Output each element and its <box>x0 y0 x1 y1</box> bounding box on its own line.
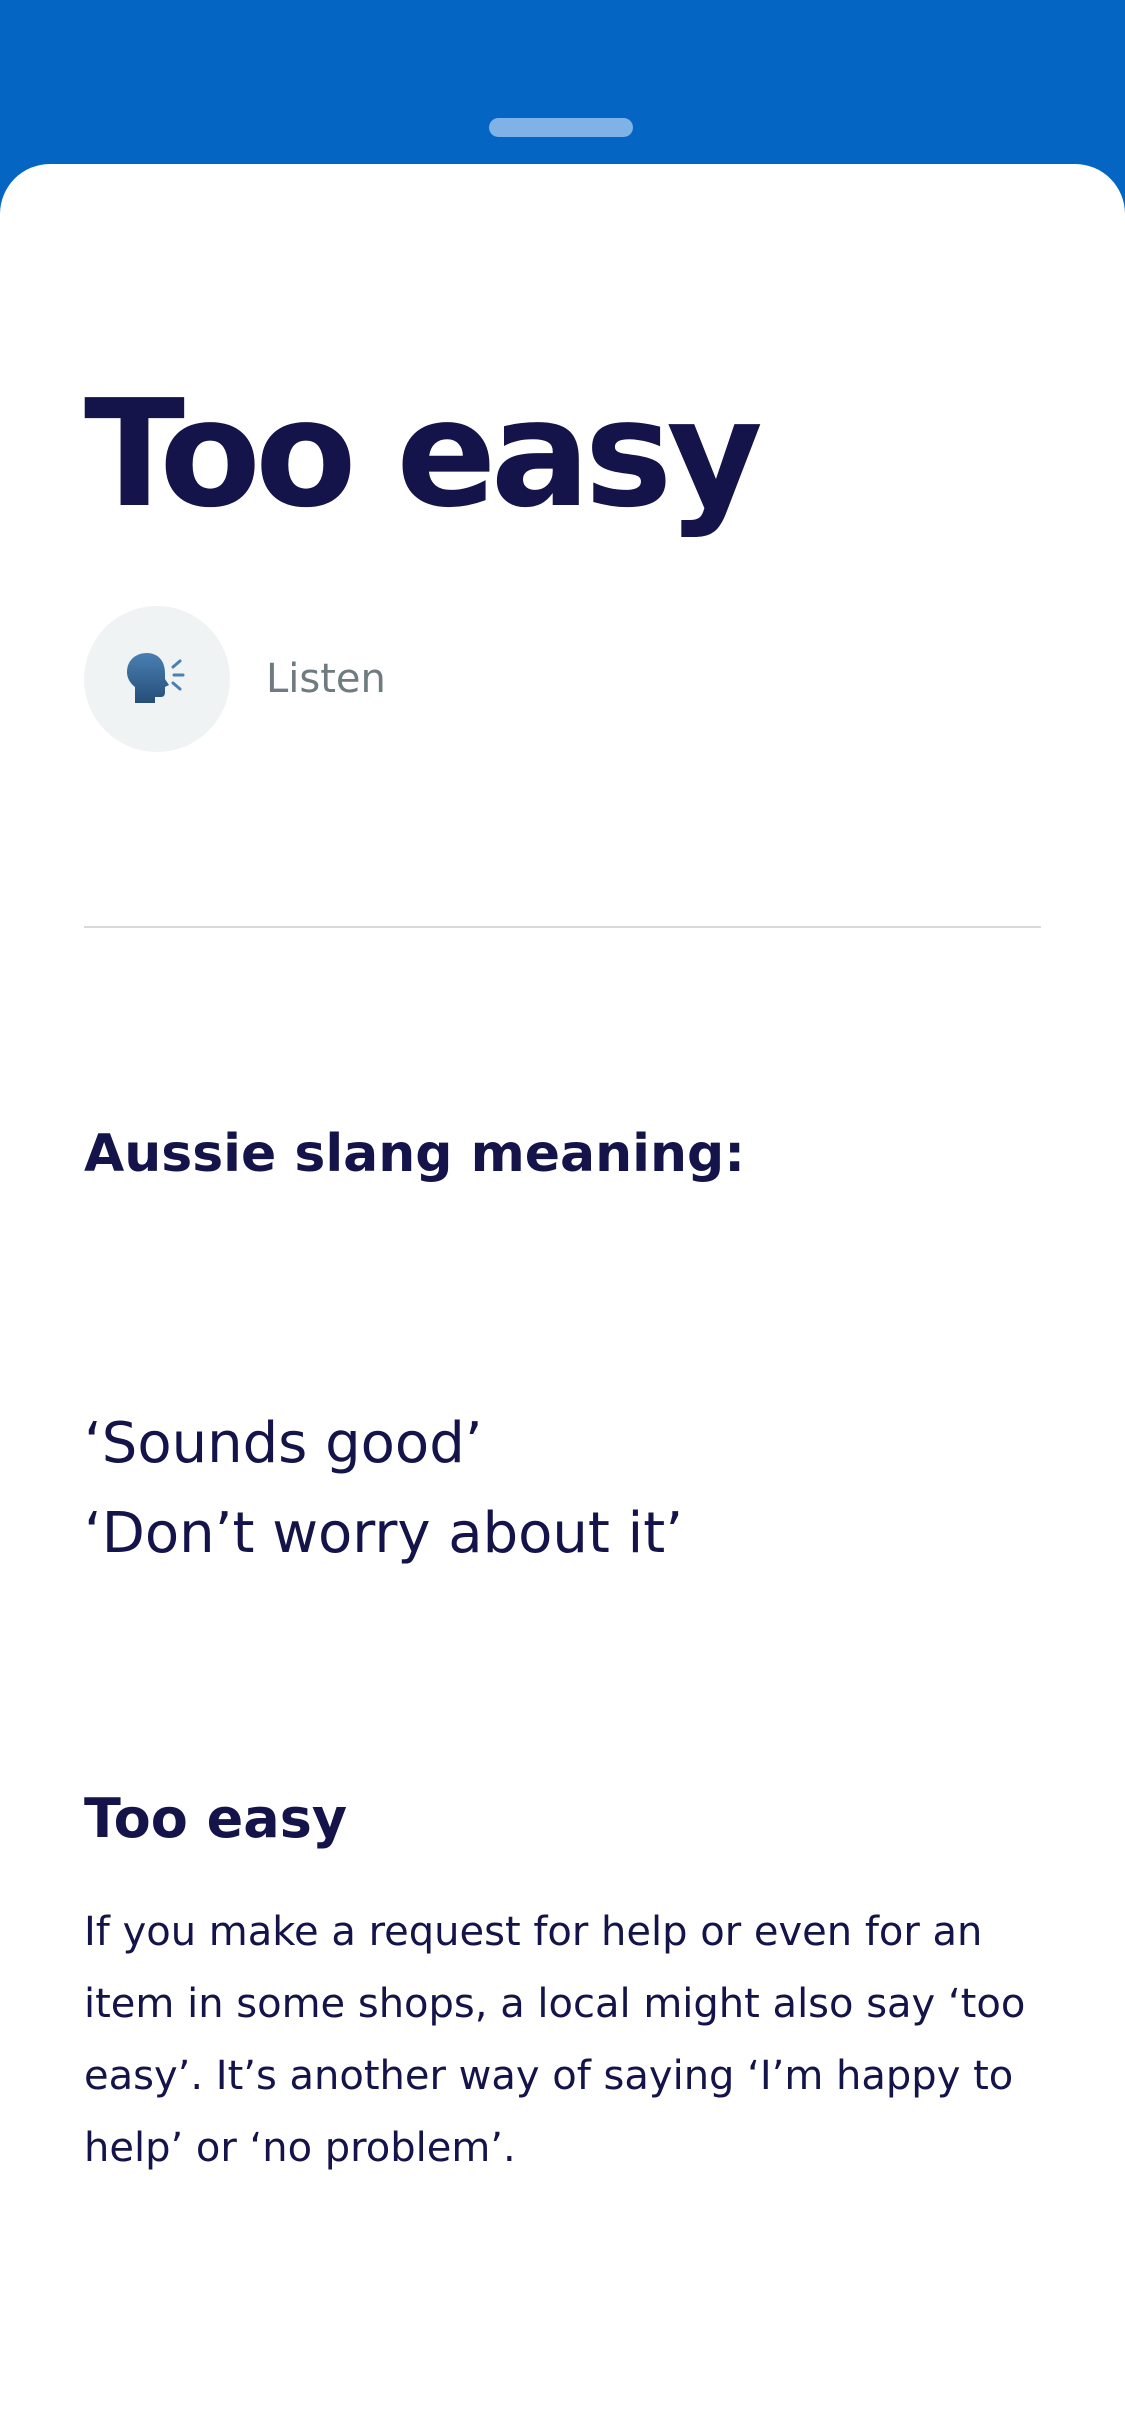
listen-button[interactable]: Listen <box>84 606 386 752</box>
meaning-line: ‘Sounds good’ <box>84 1411 483 1476</box>
meaning-line: ‘Don’t worry about it’ <box>84 1501 683 1566</box>
sheet-grabber-handle[interactable] <box>489 118 633 137</box>
divider <box>84 926 1041 928</box>
speaking-head-icon <box>127 653 185 703</box>
listen-icon-circle[interactable] <box>84 606 230 752</box>
meaning-heading: Aussie slang meaning: <box>84 1124 745 1184</box>
page-title: Too easy <box>84 368 763 540</box>
section-body-text: If you make a request for help or even f… <box>84 1909 1026 2171</box>
listen-label[interactable]: Listen <box>266 656 386 702</box>
section-heading: Too easy <box>84 1787 348 1850</box>
detail-sheet: Too easy Listen Aussie slang meaning: ‘S… <box>0 164 1125 2436</box>
